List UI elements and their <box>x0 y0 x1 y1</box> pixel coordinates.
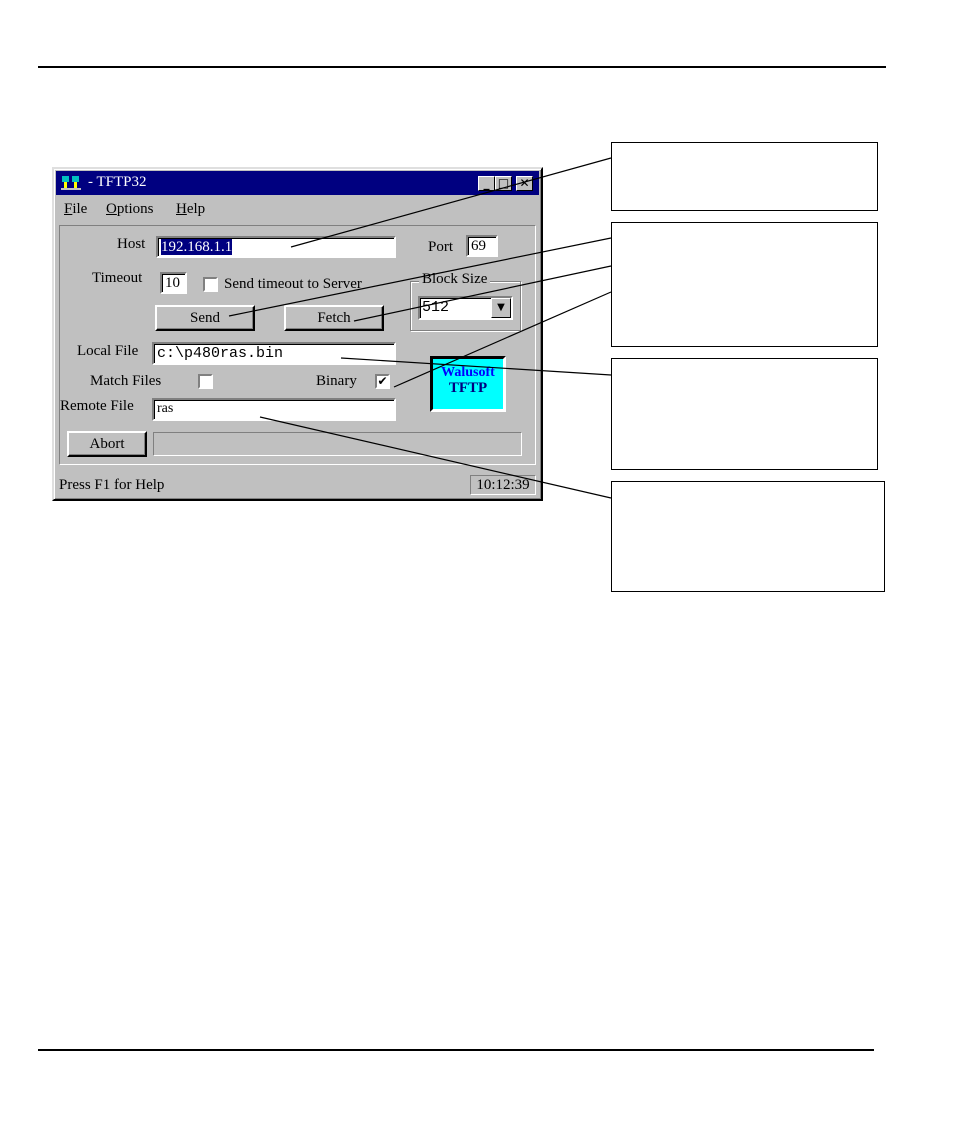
tftp32-window: - TFTP32 _ □ ✕ File Options Help Host 19… <box>52 167 543 501</box>
block-size-label: Block Size <box>419 271 491 288</box>
remote-file-input[interactable]: ras <box>152 398 396 421</box>
remote-file-label: Remote File <box>60 398 134 414</box>
local-file-input[interactable]: c:\p480ras.bin <box>152 342 396 365</box>
chevron-down-icon[interactable]: ▼ <box>491 298 511 318</box>
match-files-checkbox[interactable] <box>198 374 213 389</box>
callout-box-1 <box>611 142 878 211</box>
maximize-icon[interactable]: □ <box>495 176 512 191</box>
block-size-select[interactable]: 512 ▼ <box>418 296 513 320</box>
port-label: Port <box>428 239 454 255</box>
host-input[interactable]: 192.168.1.1 <box>156 236 396 258</box>
status-clock: 10:12:39 <box>470 475 536 495</box>
window-title: - TFTP32 <box>88 174 147 190</box>
menu-options[interactable]: Options <box>106 201 154 218</box>
walusoft-tftp-logo: Walusoft TFTP <box>430 356 506 412</box>
callout-box-2 <box>611 222 878 347</box>
match-files-label: Match Files <box>90 373 162 389</box>
title-bar[interactable]: - TFTP32 _ □ ✕ <box>56 171 539 195</box>
menu-bar: File Options Help <box>56 197 539 219</box>
top-rule <box>38 66 886 68</box>
client-panel: Host 192.168.1.1 Port 69 Timeout 10 Send… <box>59 225 536 465</box>
tftp-app-icon <box>60 174 82 192</box>
block-size-group: Block Size 512 ▼ <box>410 271 521 331</box>
progress-bar <box>153 432 522 456</box>
menu-help[interactable]: Help <box>176 201 205 218</box>
minimize-icon[interactable]: _ <box>478 176 495 191</box>
binary-checkbox[interactable]: ✔ <box>375 374 390 389</box>
menu-file[interactable]: File <box>64 201 87 218</box>
close-icon[interactable]: ✕ <box>516 176 533 191</box>
port-input[interactable]: 69 <box>466 235 498 257</box>
send-button[interactable]: Send <box>155 305 255 331</box>
logo-line-2: TFTP <box>448 380 488 396</box>
local-file-label: Local File <box>77 343 139 359</box>
abort-button[interactable]: Abort <box>67 431 147 457</box>
status-bar: Press F1 for Help 10:12:39 <box>56 473 539 497</box>
send-timeout-label: Send timeout to Server <box>224 276 362 292</box>
status-text: Press F1 for Help <box>59 477 165 493</box>
timeout-label: Timeout <box>92 270 143 286</box>
send-timeout-checkbox[interactable] <box>203 277 218 292</box>
bottom-rule <box>38 1049 874 1051</box>
binary-label: Binary <box>316 373 357 389</box>
host-label: Host <box>117 236 146 252</box>
callout-box-3 <box>611 358 878 470</box>
callout-box-4 <box>611 481 885 592</box>
fetch-button[interactable]: Fetch <box>284 305 384 331</box>
logo-line-1: Walusoft <box>441 365 495 380</box>
timeout-input[interactable]: 10 <box>160 272 187 294</box>
